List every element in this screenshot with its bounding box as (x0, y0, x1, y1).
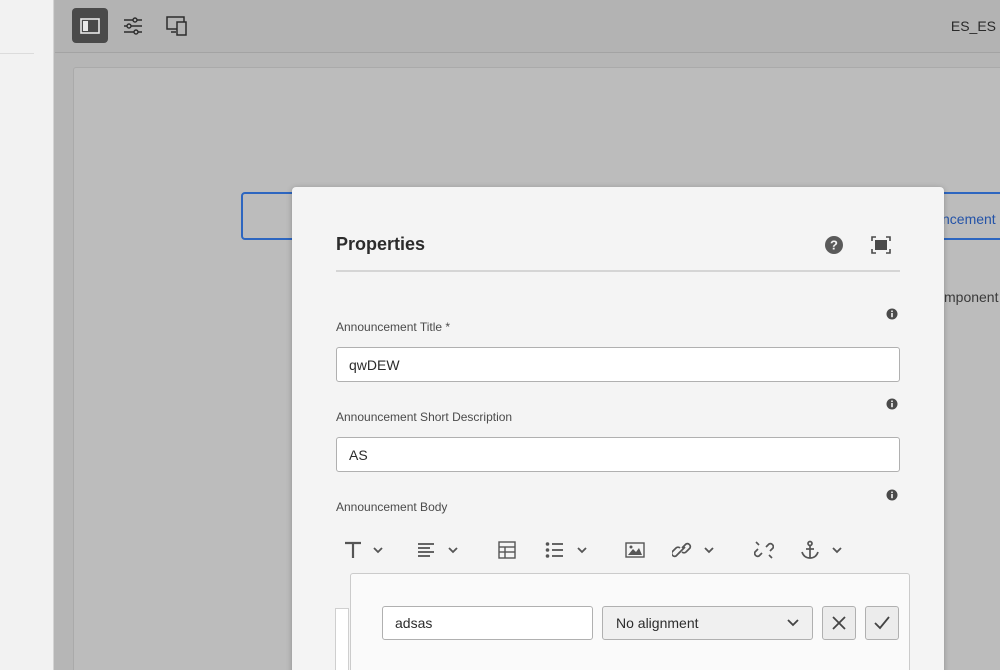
image-button[interactable] (625, 537, 645, 563)
side-panel-icon (80, 17, 100, 34)
announcement-short-description-label: Announcement Short Description (336, 410, 513, 424)
properties-dialog: Properties ? Announcement Title * Announ… (292, 187, 944, 670)
image-icon (625, 542, 645, 558)
info-icon[interactable] (886, 398, 898, 410)
link-button[interactable] (672, 537, 720, 563)
cancel-link-button[interactable] (822, 606, 856, 640)
unlink-button[interactable] (754, 537, 774, 563)
emulator-button[interactable] (159, 8, 195, 43)
component-caption-peek: mponent (944, 289, 999, 305)
fullscreen-icon (871, 236, 891, 254)
side-panel-divider (0, 53, 34, 54)
alignment-select[interactable]: No alignment (602, 606, 813, 640)
chevron-down-icon (787, 619, 799, 627)
announcement-title-input[interactable] (336, 347, 900, 382)
fullscreen-button[interactable] (870, 234, 892, 256)
unlink-icon (754, 541, 774, 559)
apply-link-button[interactable] (865, 606, 899, 640)
anchor-icon (801, 540, 842, 559)
properties-sliders-icon (124, 16, 142, 35)
alignment-select-value: No alignment (616, 615, 699, 631)
component-title-peek: ncement (942, 211, 996, 227)
link-path-input[interactable] (382, 606, 593, 640)
paragraph-format-button[interactable] (344, 537, 386, 563)
locale-label: ES_ES (950, 18, 996, 34)
info-icon[interactable] (886, 308, 898, 320)
anchor-button[interactable] (800, 537, 846, 563)
table-button[interactable] (498, 537, 516, 563)
announcement-body-label: Announcement Body (336, 500, 448, 514)
close-icon (832, 616, 846, 630)
help-icon: ? (825, 236, 843, 254)
list-icon (545, 542, 587, 558)
editor-area-edge (335, 608, 349, 670)
dialog-title: Properties (336, 234, 426, 254)
justify-button[interactable] (417, 537, 461, 563)
justify-icon (418, 543, 458, 557)
svg-text:?: ? (830, 238, 838, 253)
toggle-side-panel-button[interactable] (72, 8, 108, 43)
side-panel (0, 0, 54, 670)
help-button[interactable]: ? (823, 234, 845, 256)
link-popover: No alignment (335, 573, 910, 670)
info-icon[interactable] (886, 489, 898, 501)
announcement-short-description-input[interactable] (336, 437, 900, 472)
rich-text-toolbar (336, 533, 900, 567)
list-button[interactable] (545, 537, 591, 563)
page-properties-button[interactable] (115, 8, 151, 43)
announcement-title-label: Announcement Title * (336, 320, 451, 334)
dialog-header-divider (336, 270, 900, 272)
paragraph-format-icon (345, 541, 383, 558)
checkmark-icon (874, 616, 890, 630)
link-icon (672, 542, 714, 558)
emulator-devices-icon (166, 15, 187, 36)
editor-toolbar: ES_ES (55, 0, 1000, 53)
table-icon (498, 541, 516, 559)
